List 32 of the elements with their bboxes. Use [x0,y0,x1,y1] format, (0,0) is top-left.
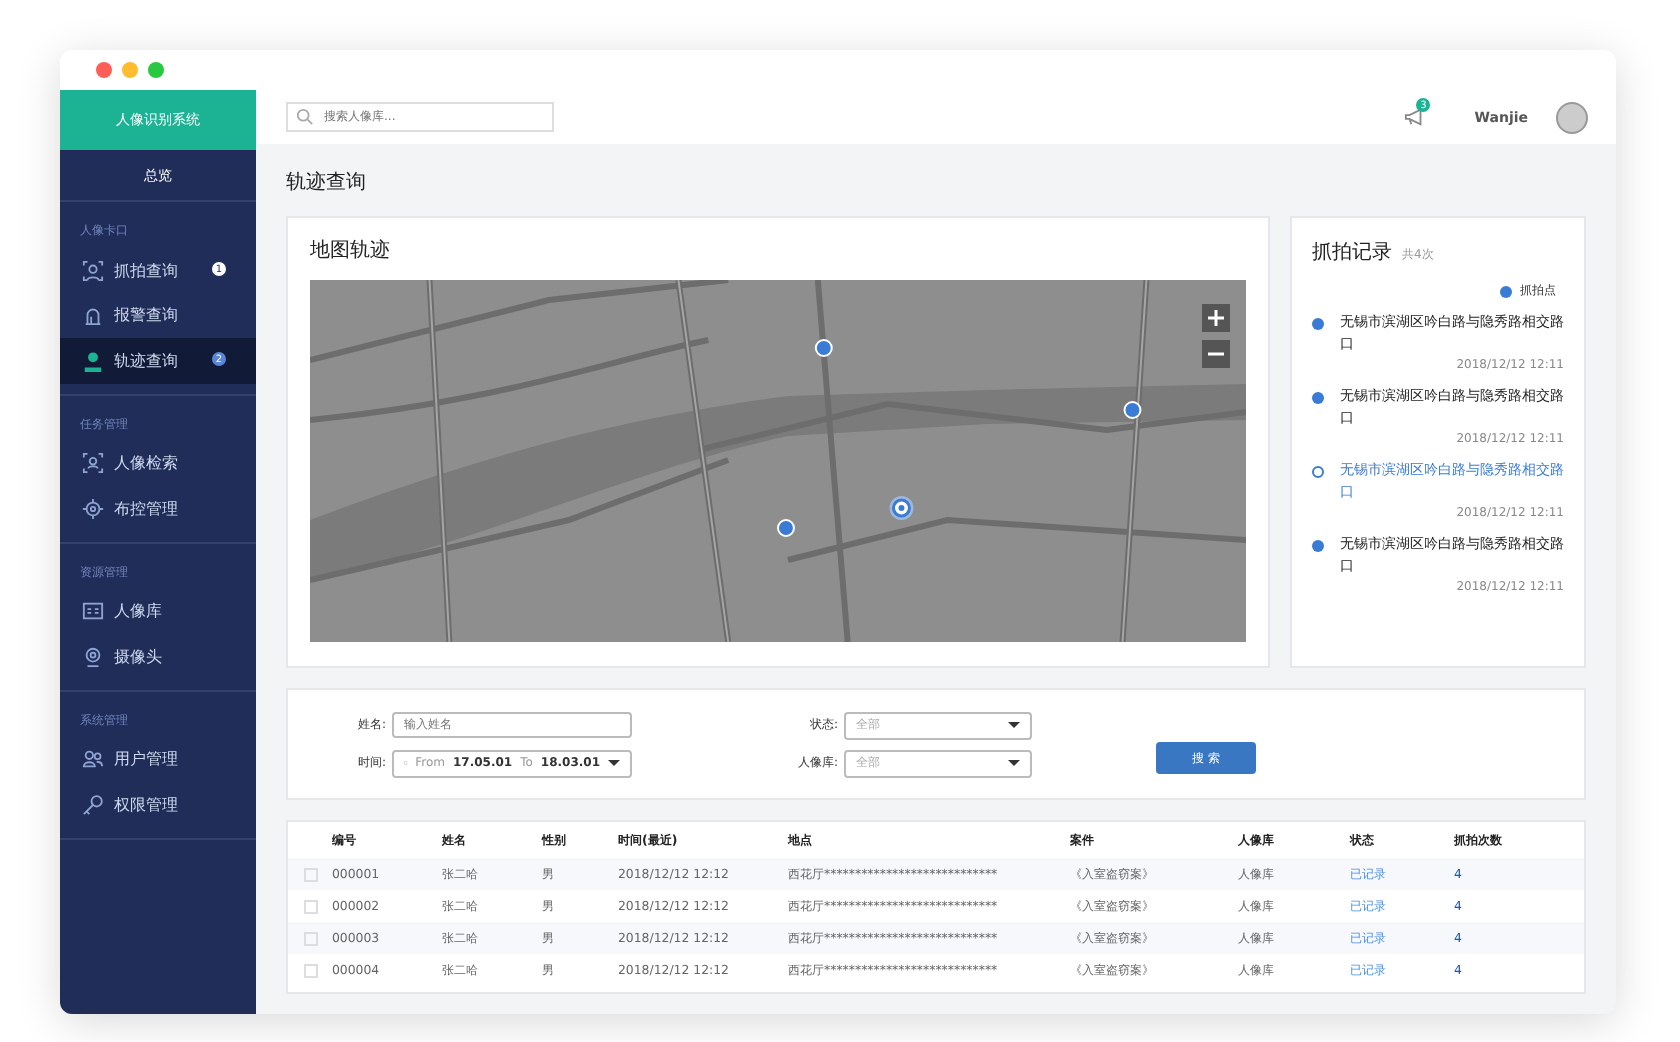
nav-item[interactable]: 布控管理 [60,486,256,531]
nav-item[interactable]: 人像库 [60,589,256,634]
webcam-icon [82,645,104,668]
key-icon [82,793,104,816]
target-icon [82,497,104,520]
nav-item[interactable]: 人像检索 [60,441,256,486]
person-pin-icon [82,349,104,372]
id-card-icon [82,600,104,623]
row-checkbox[interactable] [303,867,317,881]
close-window-button[interactable] [96,62,112,78]
users-icon [82,748,104,771]
maximize-window-button[interactable] [148,62,164,78]
nav-item[interactable]: 摄像头 [60,634,256,679]
row-checkbox[interactable] [303,963,317,977]
face-frame-icon [82,452,104,475]
megaphone-icon[interactable] [1404,106,1427,128]
card-title: 地图轨迹 [310,237,392,264]
nav-item[interactable]: 报警查询 [60,293,256,338]
zoom-out-icon[interactable] [1202,340,1230,368]
page-title: 轨迹查询 [286,169,368,198]
nav-item[interactable]: 权限管理 [60,782,256,827]
legend-dot-icon [1500,285,1512,297]
search-icon [296,108,314,126]
nav-item[interactable]: 用户管理 [60,737,256,782]
zoom-in-icon[interactable] [1202,304,1230,332]
alarm-icon [82,304,104,327]
avatar[interactable] [1556,101,1588,133]
person-scan-icon [82,259,104,282]
row-checkbox[interactable] [303,899,317,913]
minimize-window-button[interactable] [122,62,138,78]
row-checkbox[interactable] [303,931,317,945]
card-title: 抓拍记录 [1312,239,1392,266]
